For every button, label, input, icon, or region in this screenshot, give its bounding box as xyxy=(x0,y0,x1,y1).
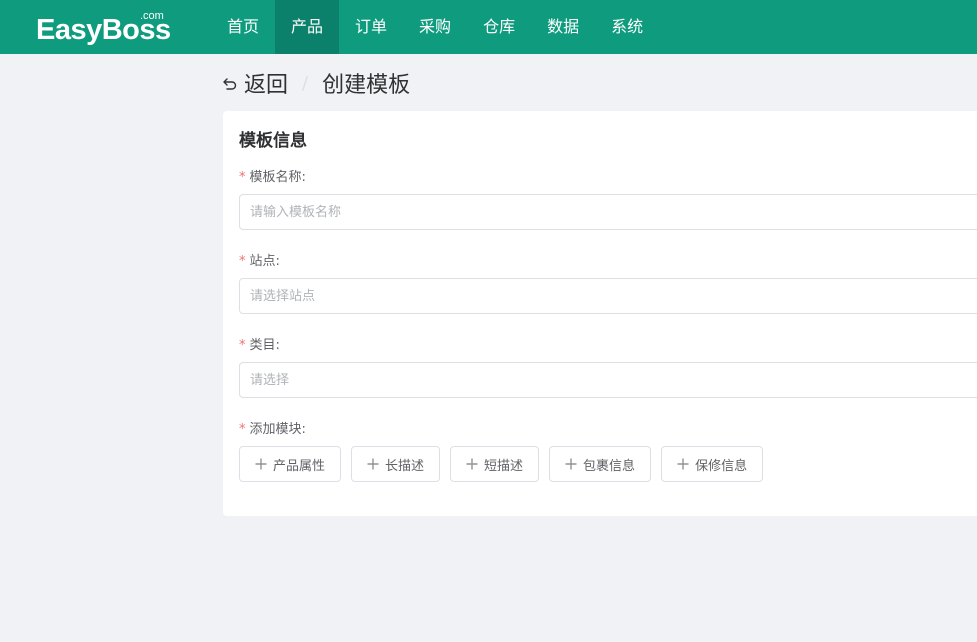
template-form-card: 模板信息 *模板名称: *站点: *类目: *添加模块: 产品属性 长描述 短描… xyxy=(223,111,977,516)
nav-item-warehouse[interactable]: 仓库 xyxy=(467,0,531,54)
plus-icon xyxy=(677,458,689,470)
nav-item-products[interactable]: 产品 xyxy=(275,0,340,54)
category-select[interactable] xyxy=(239,362,977,398)
button-label: 产品属性 xyxy=(273,458,326,474)
category-label: * 类目: xyxy=(239,334,280,353)
button-label: 短描述 xyxy=(484,458,524,474)
nav-item-home[interactable]: 首页 xyxy=(211,0,275,54)
page-title: 创建模板 xyxy=(322,73,411,98)
plus-icon xyxy=(565,458,577,470)
button-label: 包裹信息 xyxy=(583,458,636,474)
section-title: 模板信息 xyxy=(239,131,307,151)
required-mark: * xyxy=(239,170,246,185)
add-long-description-button[interactable]: 长描述 xyxy=(351,446,441,482)
nav-item-system[interactable]: 系统 xyxy=(595,0,659,54)
module-button-group: 产品属性 长描述 短描述 包裹信息 保修信息 xyxy=(239,446,773,482)
nav-item-data[interactable]: 数据 xyxy=(531,0,595,54)
logo-suffix: .com xyxy=(140,10,164,22)
breadcrumb-separator: / xyxy=(302,72,309,94)
button-label: 长描述 xyxy=(385,458,425,474)
nav-item-purchasing[interactable]: 采购 xyxy=(403,0,467,54)
plus-icon xyxy=(367,458,379,470)
undo-arrow-icon[interactable] xyxy=(222,75,238,91)
add-product-attributes-button[interactable]: 产品属性 xyxy=(239,446,342,482)
add-package-info-button[interactable]: 包裹信息 xyxy=(549,446,652,482)
breadcrumb: 返回 / 创建模板 xyxy=(222,68,410,98)
required-mark: * xyxy=(239,254,246,269)
back-link[interactable]: 返回 xyxy=(244,67,288,99)
template-name-input[interactable] xyxy=(239,194,977,230)
main-nav: 首页 产品 订单 采购 仓库 数据 系统 xyxy=(211,0,659,54)
required-mark: * xyxy=(239,338,246,353)
template-name-label: * 模板名称: xyxy=(239,166,306,185)
easyboss-logo[interactable]: EasyBoss .com xyxy=(36,10,171,46)
plus-icon xyxy=(466,458,478,470)
template-name-label-text: 模板名称: xyxy=(249,170,306,185)
plus-icon xyxy=(255,458,267,470)
modules-label: * 添加模块: xyxy=(239,418,306,437)
add-warranty-info-button[interactable]: 保修信息 xyxy=(661,446,764,482)
required-mark: * xyxy=(239,422,246,437)
category-label-text: 类目: xyxy=(249,338,280,353)
top-navigation-bar: EasyBoss .com 首页 产品 订单 采购 仓库 数据 系统 xyxy=(0,0,977,54)
add-short-description-button[interactable]: 短描述 xyxy=(450,446,540,482)
site-label: * 站点: xyxy=(239,250,280,269)
site-select[interactable] xyxy=(239,278,977,314)
modules-label-text: 添加模块: xyxy=(249,422,306,437)
nav-item-orders[interactable]: 订单 xyxy=(339,0,403,54)
button-label: 保修信息 xyxy=(695,458,748,474)
site-label-text: 站点: xyxy=(249,254,280,269)
